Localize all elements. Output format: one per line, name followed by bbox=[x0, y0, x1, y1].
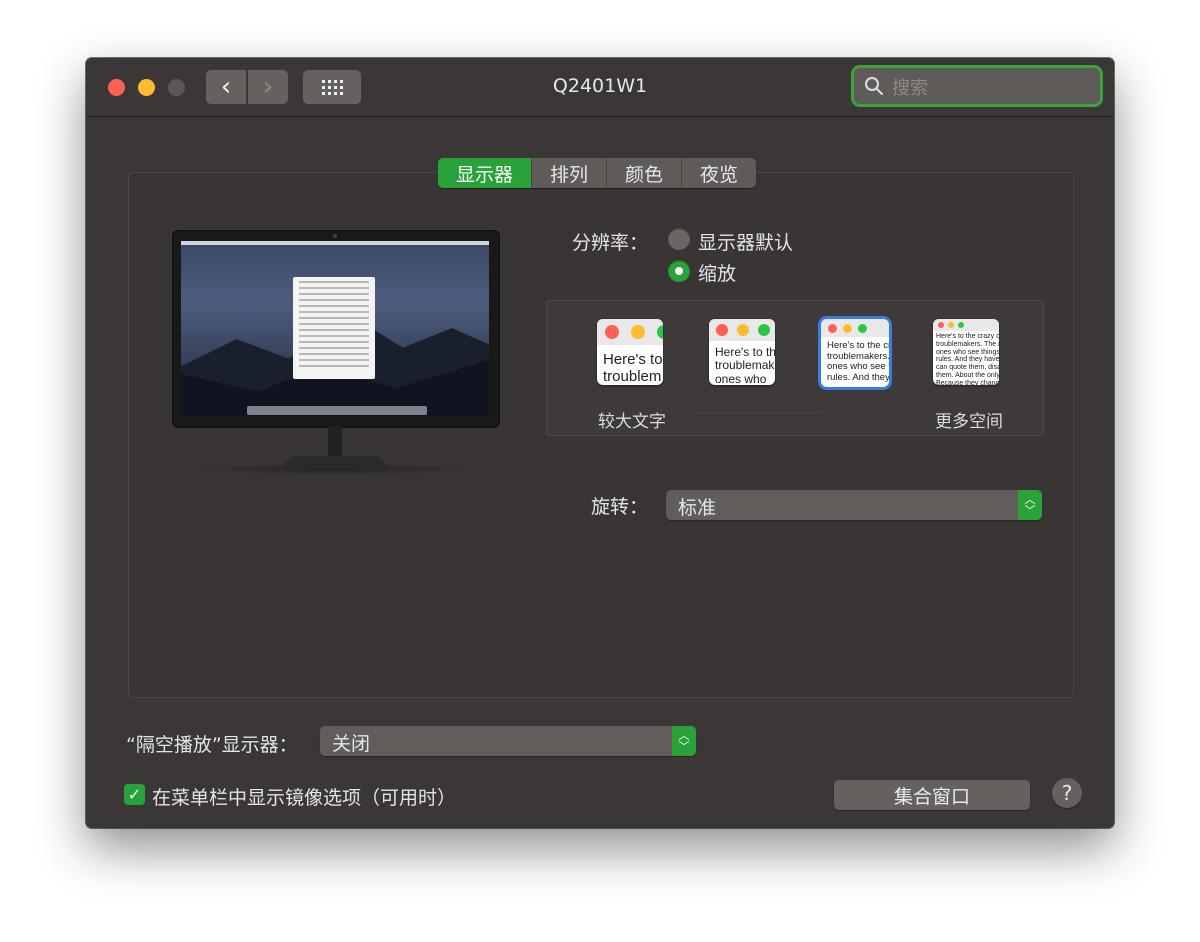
scale-option-3-text: Here's to the cr troublemakers. ones who… bbox=[827, 340, 889, 383]
preferences-window: ‹ › Q2401W1 搜索 显示器 排列 颜色 夜览 分辨率： 显示器默认 缩… bbox=[86, 58, 1114, 828]
scale-option-4[interactable]: Here's to the crazy one troublemakers. T… bbox=[933, 319, 999, 385]
scale-options: Here's to troublem Here's to th troublem… bbox=[546, 300, 1044, 436]
resolution-label: 分辨率： bbox=[572, 232, 649, 254]
airplay-display-label: “隔空播放”显示器： bbox=[126, 734, 298, 756]
mini-document-window bbox=[293, 277, 375, 379]
title-bar: ‹ › Q2401W1 搜索 bbox=[86, 58, 1114, 117]
radio-default-for-display[interactable] bbox=[668, 228, 690, 250]
tab-bar: 显示器 排列 颜色 夜览 bbox=[438, 158, 757, 188]
gather-windows-button[interactable]: 集合窗口 bbox=[834, 780, 1030, 810]
mini-menu-bar bbox=[181, 241, 489, 245]
help-button[interactable]: ? bbox=[1052, 778, 1082, 808]
search-icon bbox=[865, 77, 883, 95]
search-placeholder: 搜索 bbox=[892, 78, 928, 99]
mini-dock bbox=[247, 406, 427, 415]
scale-slider-track bbox=[692, 412, 822, 413]
tab-display[interactable]: 显示器 bbox=[438, 158, 533, 188]
monitor-illustration bbox=[172, 230, 500, 428]
scale-option-1-text: Here's to troublem bbox=[603, 351, 663, 385]
desktop-preview bbox=[181, 241, 489, 416]
mirror-options-label[interactable]: 在菜单栏中显示镜像选项（可用时） bbox=[152, 783, 456, 810]
checkmark-icon: ✓ bbox=[127, 785, 142, 804]
rotation-label: 旋转： bbox=[591, 496, 649, 518]
airplay-display-select[interactable]: 关闭 ︿ ﹀ bbox=[320, 726, 696, 756]
airplay-display-value: 关闭 bbox=[332, 733, 371, 755]
chevron-up-down-icon: ︿ ﹀ bbox=[672, 726, 696, 756]
radio-default-for-display-label[interactable]: 显示器默认 bbox=[698, 228, 793, 255]
scale-option-3[interactable]: Here's to the cr troublemakers. ones who… bbox=[821, 319, 889, 387]
monitor-base bbox=[280, 456, 390, 468]
tab-night-shift[interactable]: 夜览 bbox=[682, 158, 757, 188]
scale-caption-more-space: 更多空间 bbox=[935, 412, 1003, 432]
radio-scaled[interactable] bbox=[668, 260, 690, 282]
rotation-select[interactable]: 标准 ︿ ﹀ bbox=[666, 490, 1042, 520]
scale-option-4-text: Here's to the crazy one troublemakers. T… bbox=[936, 333, 999, 385]
chevron-up-down-icon: ︿ ﹀ bbox=[1018, 490, 1042, 520]
scale-option-2[interactable]: Here's to th troublemak ones who bbox=[709, 319, 775, 385]
rotation-select-value: 标准 bbox=[678, 497, 717, 519]
search-field[interactable]: 搜索 bbox=[854, 68, 1100, 104]
scale-option-1[interactable]: Here's to troublem bbox=[597, 319, 663, 385]
camera-dot bbox=[333, 234, 337, 238]
tab-arrangement[interactable]: 排列 bbox=[532, 158, 608, 188]
scale-option-2-text: Here's to th troublemak ones who bbox=[715, 345, 775, 385]
radio-scaled-label[interactable]: 缩放 bbox=[698, 259, 736, 286]
scale-caption-larger-text: 较大文字 bbox=[598, 412, 666, 432]
tab-color[interactable]: 颜色 bbox=[607, 158, 683, 188]
mirror-options-checkbox[interactable]: ✓ bbox=[124, 784, 145, 805]
